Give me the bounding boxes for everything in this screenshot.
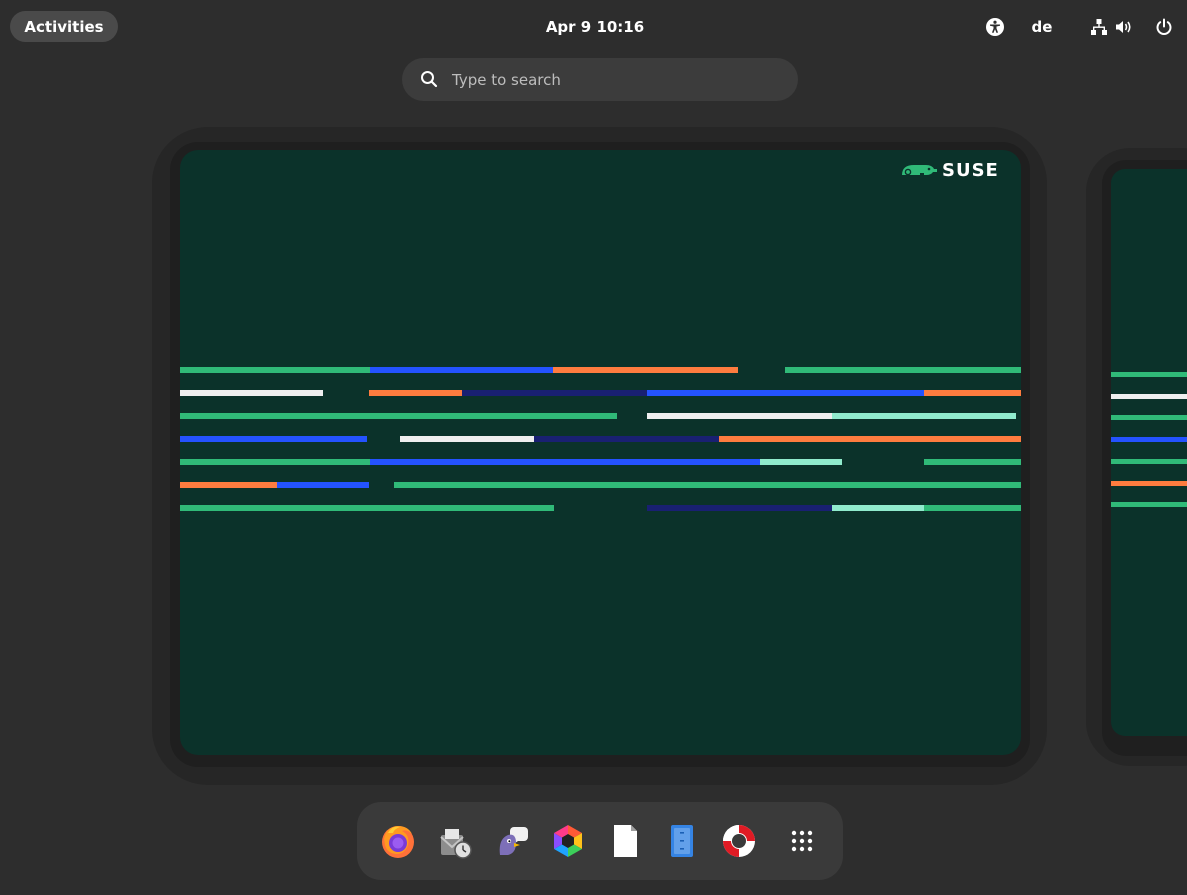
network-icon[interactable] (1088, 14, 1110, 40)
mail-clock-icon[interactable] (430, 816, 480, 866)
suse-chameleon-icon (902, 165, 937, 176)
lifebuoy-icon[interactable] (714, 816, 764, 866)
workspace-thumbnail-2[interactable] (1111, 169, 1187, 736)
power-icon[interactable] (1153, 14, 1175, 40)
keyboard-layout-indicator[interactable]: de (1027, 14, 1057, 40)
suse-wordmark: SUSE (942, 159, 999, 181)
pidgin-icon[interactable] (487, 816, 537, 866)
file-manager-icon[interactable] (657, 816, 707, 866)
search-placeholder: Type to search (452, 70, 561, 89)
suse-logo: SUSE (900, 158, 999, 182)
firefox-icon[interactable] (373, 816, 423, 866)
search-input[interactable]: Type to search (402, 58, 798, 101)
top-bar: Activities Apr 9 10:16 de (0, 0, 1187, 52)
dash (357, 802, 843, 880)
app-grid-icon[interactable] (777, 816, 827, 866)
workspace-thumbnail[interactable]: SUSE (180, 150, 1021, 755)
hexagon-color-icon[interactable] (543, 816, 593, 866)
clock-button[interactable]: Apr 9 10:16 (530, 11, 660, 42)
volume-icon[interactable] (1112, 14, 1136, 40)
activities-button[interactable]: Activities (10, 11, 118, 42)
accessibility-icon[interactable] (984, 14, 1006, 40)
document-icon[interactable] (600, 816, 650, 866)
search-icon (420, 70, 438, 92)
